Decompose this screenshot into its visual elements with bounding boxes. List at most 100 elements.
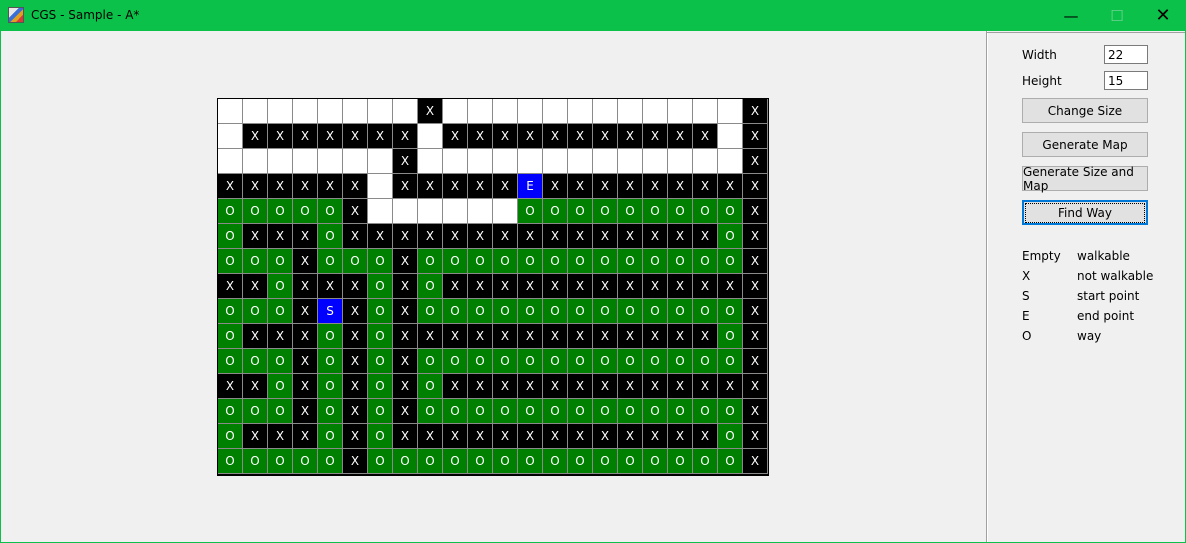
grid-cell-way[interactable]: O — [693, 449, 718, 474]
grid-cell-way[interactable]: O — [268, 299, 293, 324]
width-input[interactable] — [1104, 45, 1148, 64]
grid-cell-way[interactable]: O — [493, 249, 518, 274]
grid-cell-wall[interactable]: X — [643, 374, 668, 399]
grid-cell-wall[interactable]: X — [693, 324, 718, 349]
grid-cell-way[interactable]: O — [693, 399, 718, 424]
grid-cell-wall[interactable]: X — [468, 324, 493, 349]
grid-cell-way[interactable]: O — [493, 299, 518, 324]
grid-cell-empty[interactable] — [643, 149, 668, 174]
grid-cell-wall[interactable]: X — [318, 174, 343, 199]
grid-cell-wall[interactable]: X — [743, 124, 768, 149]
grid-cell-way[interactable]: O — [643, 399, 668, 424]
grid-cell-wall[interactable]: X — [293, 399, 318, 424]
grid-cell-wall[interactable]: X — [643, 174, 668, 199]
grid-cell-empty[interactable] — [318, 149, 343, 174]
grid-cell-wall[interactable]: X — [643, 424, 668, 449]
grid-cell-way[interactable]: O — [518, 449, 543, 474]
grid-cell-wall[interactable]: X — [568, 374, 593, 399]
grid-cell-empty[interactable] — [243, 99, 268, 124]
grid-cell-wall[interactable]: X — [518, 274, 543, 299]
grid-cell-wall[interactable]: X — [668, 224, 693, 249]
grid-cell-wall[interactable]: X — [743, 399, 768, 424]
grid-cell-way[interactable]: O — [593, 299, 618, 324]
grid-cell-way[interactable]: O — [518, 299, 543, 324]
grid-cell-empty[interactable] — [268, 149, 293, 174]
grid-cell-way[interactable]: O — [618, 299, 643, 324]
grid-cell-wall[interactable]: X — [293, 174, 318, 199]
grid-cell-wall[interactable]: X — [568, 424, 593, 449]
grid-cell-wall[interactable]: X — [293, 374, 318, 399]
grid-cell-wall[interactable]: X — [418, 99, 443, 124]
grid-cell-way[interactable]: O — [318, 224, 343, 249]
grid-cell-wall[interactable]: X — [293, 299, 318, 324]
grid-cell-way[interactable]: O — [418, 399, 443, 424]
grid-cell-wall[interactable]: X — [393, 124, 418, 149]
grid-cell-empty[interactable] — [418, 149, 443, 174]
grid-cell-way[interactable]: O — [468, 299, 493, 324]
grid-cell-way[interactable]: O — [368, 449, 393, 474]
grid-cell-wall[interactable]: X — [593, 224, 618, 249]
grid-cell-empty[interactable] — [443, 99, 468, 124]
grid-cell-way[interactable]: O — [618, 349, 643, 374]
height-input[interactable] — [1104, 71, 1148, 90]
grid-cell-wall[interactable]: X — [468, 374, 493, 399]
grid-cell-empty[interactable] — [568, 99, 593, 124]
grid-cell-way[interactable]: O — [443, 399, 468, 424]
grid-cell-wall[interactable]: X — [668, 374, 693, 399]
grid-cell-way[interactable]: O — [568, 199, 593, 224]
grid-cell-way[interactable]: O — [218, 449, 243, 474]
grid-cell-way[interactable]: O — [368, 399, 393, 424]
grid-cell-way[interactable]: O — [543, 449, 568, 474]
grid-cell-wall[interactable]: X — [243, 374, 268, 399]
grid-cell-way[interactable]: O — [443, 249, 468, 274]
grid-cell-empty[interactable] — [368, 174, 393, 199]
grid-cell-way[interactable]: O — [368, 274, 393, 299]
grid-cell-way[interactable]: O — [468, 399, 493, 424]
grid-cell-way[interactable]: O — [218, 299, 243, 324]
grid-cell-wall[interactable]: X — [743, 224, 768, 249]
grid-cell-way[interactable]: O — [643, 449, 668, 474]
grid-cell-way[interactable]: O — [618, 199, 643, 224]
grid-cell-wall[interactable]: X — [293, 124, 318, 149]
grid-cell-way[interactable]: O — [368, 424, 393, 449]
grid-cell-way[interactable]: O — [218, 349, 243, 374]
grid-cell-way[interactable]: O — [493, 449, 518, 474]
grid-cell-way[interactable]: O — [543, 399, 568, 424]
grid-cell-way[interactable]: O — [568, 349, 593, 374]
grid-cell-wall[interactable]: X — [743, 274, 768, 299]
grid-cell-wall[interactable]: X — [543, 174, 568, 199]
grid-cell-way[interactable]: O — [218, 324, 243, 349]
grid-cell-wall[interactable]: X — [318, 274, 343, 299]
grid-cell-empty[interactable] — [393, 199, 418, 224]
grid-cell-way[interactable]: O — [293, 199, 318, 224]
grid-cell-wall[interactable]: X — [443, 274, 468, 299]
grid-cell-way[interactable]: O — [618, 399, 643, 424]
grid-cell-wall[interactable]: X — [393, 324, 418, 349]
grid-cell-empty[interactable] — [518, 149, 543, 174]
grid-cell-wall[interactable]: X — [293, 224, 318, 249]
grid-cell-way[interactable]: O — [468, 249, 493, 274]
grid-cell-way[interactable]: O — [318, 399, 343, 424]
grid-cell-empty[interactable] — [468, 99, 493, 124]
grid-cell-wall[interactable]: X — [568, 124, 593, 149]
grid-cell-wall[interactable]: X — [343, 274, 368, 299]
grid-cell-way[interactable]: O — [493, 349, 518, 374]
grid-cell-wall[interactable]: X — [393, 249, 418, 274]
grid-cell-way[interactable]: O — [268, 274, 293, 299]
grid-cell-way[interactable]: O — [243, 449, 268, 474]
grid-cell-way[interactable]: O — [718, 249, 743, 274]
grid-cell-wall[interactable]: X — [443, 124, 468, 149]
grid-cell-empty[interactable] — [418, 199, 443, 224]
grid-cell-way[interactable]: O — [693, 249, 718, 274]
app-icon[interactable] — [8, 7, 24, 23]
grid-cell-empty[interactable] — [468, 199, 493, 224]
map-grid[interactable]: XXXXXXXXXXXXXXXXXXXXXXXXXXXXXXXXXXEXXXXX… — [217, 98, 769, 476]
grid-cell-wall[interactable]: X — [543, 124, 568, 149]
grid-cell-wall[interactable]: X — [743, 449, 768, 474]
grid-cell-empty[interactable] — [593, 99, 618, 124]
grid-cell-way[interactable]: O — [243, 399, 268, 424]
grid-cell-way[interactable]: O — [218, 399, 243, 424]
grid-cell-way[interactable]: O — [643, 299, 668, 324]
grid-cell-way[interactable]: O — [518, 399, 543, 424]
grid-cell-wall[interactable]: X — [593, 124, 618, 149]
